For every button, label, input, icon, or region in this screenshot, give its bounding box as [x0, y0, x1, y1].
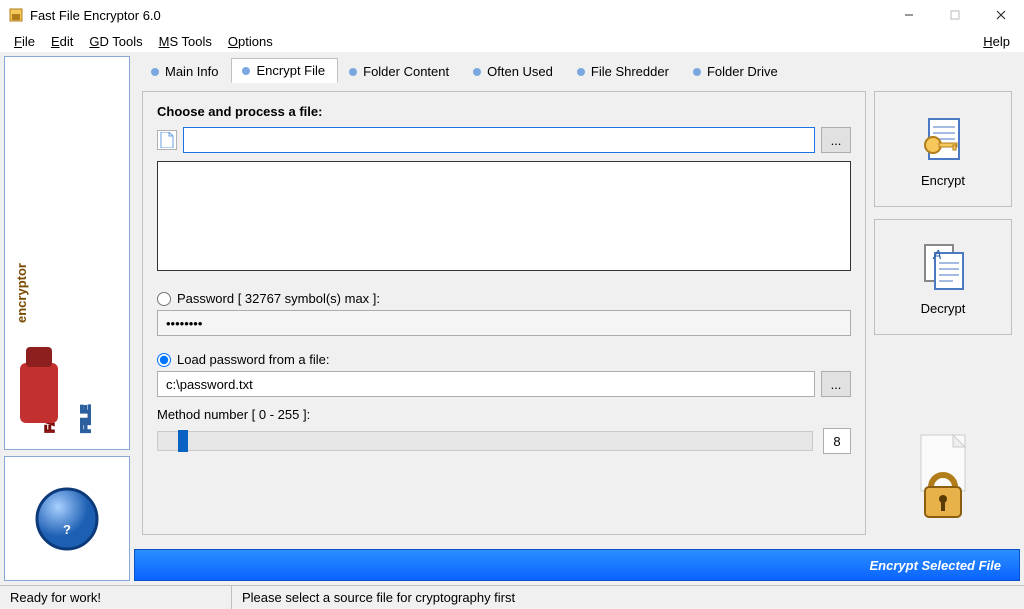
- decrypt-button-label: Decrypt: [921, 301, 966, 316]
- encrypt-selected-file-bar[interactable]: Encrypt Selected File: [134, 549, 1020, 581]
- svg-text:A: A: [932, 247, 942, 262]
- menu-bar: File Edit GD Tools MS Tools Options Help: [0, 30, 1024, 52]
- maximize-button[interactable]: [932, 0, 978, 30]
- menu-file-rest: ile: [22, 34, 35, 49]
- tab-folder-drive[interactable]: Folder Drive: [682, 59, 791, 83]
- lock-icon: [903, 431, 983, 531]
- menu-options-rest: ptions: [238, 34, 273, 49]
- menu-ms-tools-rest: S Tools: [169, 34, 211, 49]
- tab-body: Choose and process a file: ... Password …: [134, 82, 1020, 543]
- bullet-icon: [349, 68, 357, 76]
- bullet-icon: [473, 68, 481, 76]
- actions-column: Encrypt A Decrypt: [874, 91, 1012, 535]
- password-file-input[interactable]: [157, 371, 815, 397]
- encrypt-button[interactable]: Encrypt: [874, 91, 1012, 207]
- browse-file-label: ...: [831, 133, 842, 148]
- status-left-text: Ready for work!: [10, 590, 101, 605]
- file-path-input[interactable]: [183, 127, 815, 153]
- minimize-button[interactable]: [886, 0, 932, 30]
- help-panel[interactable]: ?: [4, 456, 130, 581]
- browse-password-file-label: ...: [831, 377, 842, 392]
- file-preview-area[interactable]: [157, 161, 851, 271]
- bullet-icon: [577, 68, 585, 76]
- method-slider[interactable]: [157, 431, 813, 451]
- browse-password-file-button[interactable]: ...: [821, 371, 851, 397]
- method-label: Method number [ 0 - 255 ]:: [157, 407, 851, 422]
- app-icon: [8, 7, 24, 23]
- decrypt-button[interactable]: A Decrypt: [874, 219, 1012, 335]
- right-column: Main Info Encrypt File Folder Content Of…: [134, 56, 1020, 581]
- decrypt-icon: A: [915, 239, 971, 295]
- title-bar: Fast File Encryptor 6.0: [0, 0, 1024, 30]
- menu-ms-tools[interactable]: MS Tools: [151, 32, 220, 51]
- tab-folder-drive-label: Folder Drive: [707, 64, 778, 79]
- browse-file-button[interactable]: ...: [821, 127, 851, 153]
- status-bar: Ready for work! Please select a source f…: [0, 585, 1024, 609]
- svg-text:encryptor: encryptor: [14, 263, 29, 323]
- status-right-text: Please select a source file for cryptogr…: [242, 590, 515, 605]
- tab-encrypt-file[interactable]: Encrypt File: [231, 58, 338, 83]
- menu-file[interactable]: File: [6, 32, 43, 51]
- status-right-cell: Please select a source file for cryptogr…: [232, 586, 1024, 609]
- tab-folder-content[interactable]: Folder Content: [338, 59, 462, 83]
- load-password-radio-label: Load password from a file:: [177, 352, 329, 367]
- work-area: FILE FAST encryptor ? Main Info Encrypt …: [0, 52, 1024, 585]
- bullet-icon: [151, 68, 159, 76]
- tab-file-shredder-label: File Shredder: [591, 64, 669, 79]
- password-file-row: ...: [157, 371, 851, 397]
- left-column: FILE FAST encryptor ?: [4, 56, 130, 581]
- menu-help[interactable]: Help: [975, 32, 1018, 51]
- file-select-row: ...: [157, 127, 851, 153]
- tab-encrypt-file-label: Encrypt File: [256, 63, 325, 78]
- form-legend: Choose and process a file:: [157, 104, 851, 119]
- method-row: 8: [157, 428, 851, 454]
- file-icon: [157, 130, 177, 150]
- load-password-radio[interactable]: [157, 353, 171, 367]
- brand-logo-icon: FILE FAST encryptor: [12, 63, 122, 443]
- window-title: Fast File Encryptor 6.0: [30, 8, 886, 23]
- lock-decoration-area: [874, 347, 1012, 535]
- svg-text:?: ?: [63, 522, 71, 537]
- password-radio-label: Password [ 32767 symbol(s) max ]:: [177, 291, 380, 306]
- brand-logo-panel: FILE FAST encryptor: [4, 56, 130, 450]
- menu-gd-tools[interactable]: GD Tools: [81, 32, 150, 51]
- encrypt-button-label: Encrypt: [921, 173, 965, 188]
- tab-file-shredder[interactable]: File Shredder: [566, 59, 682, 83]
- tab-strip: Main Info Encrypt File Folder Content Of…: [134, 56, 1020, 83]
- close-button[interactable]: [978, 0, 1024, 30]
- password-radio[interactable]: [157, 292, 171, 306]
- tab-main-info[interactable]: Main Info: [140, 59, 231, 83]
- method-value-text: 8: [833, 434, 840, 449]
- menu-help-rest: elp: [993, 34, 1010, 49]
- method-value-display: 8: [823, 428, 851, 454]
- menu-edit[interactable]: Edit: [43, 32, 81, 51]
- bullet-icon: [242, 67, 250, 75]
- password-radio-row[interactable]: Password [ 32767 symbol(s) max ]:: [157, 291, 851, 306]
- help-icon: ?: [32, 484, 102, 554]
- menu-gd-tools-rest: D Tools: [100, 34, 143, 49]
- load-password-radio-row[interactable]: Load password from a file:: [157, 352, 851, 367]
- tab-folder-content-label: Folder Content: [363, 64, 449, 79]
- encrypt-icon: [915, 111, 971, 167]
- svg-text:FILE: FILE: [78, 405, 93, 433]
- tab-often-used[interactable]: Often Used: [462, 59, 566, 83]
- password-input[interactable]: [157, 310, 851, 336]
- menu-options[interactable]: Options: [220, 32, 281, 51]
- bullet-icon: [693, 68, 701, 76]
- status-left-cell: Ready for work!: [0, 586, 232, 609]
- menu-edit-rest: dit: [60, 34, 74, 49]
- encrypt-form-panel: Choose and process a file: ... Password …: [142, 91, 866, 535]
- tab-often-used-label: Often Used: [487, 64, 553, 79]
- encrypt-selected-file-label: Encrypt Selected File: [870, 558, 1002, 573]
- method-slider-thumb[interactable]: [178, 430, 188, 452]
- tab-main-info-label: Main Info: [165, 64, 218, 79]
